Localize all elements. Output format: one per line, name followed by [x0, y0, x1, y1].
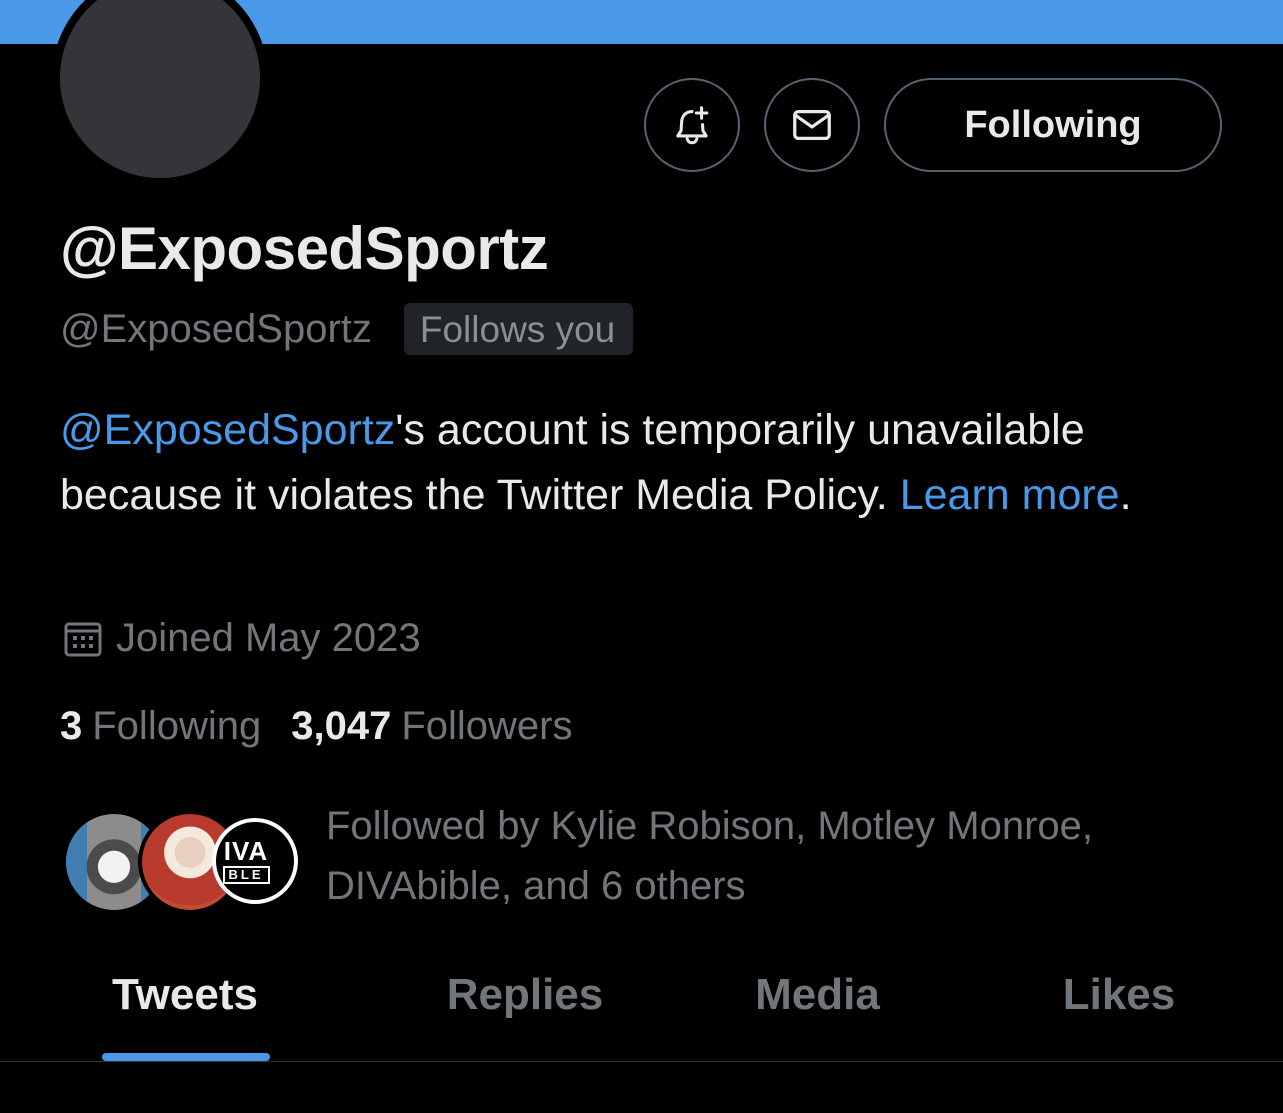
notifications-button[interactable]: [644, 78, 740, 172]
follow-stats: 3 Following 3,047 Followers: [60, 700, 572, 752]
handle-row: @ExposedSportz Follows you: [60, 302, 634, 356]
avatar-logo-text-2: BLE: [222, 866, 270, 884]
mutual-avatars: IVA BLE: [62, 804, 302, 914]
learn-more-link[interactable]: Learn more: [900, 471, 1120, 519]
following-label: Following: [92, 703, 262, 748]
tab-likes[interactable]: Likes: [955, 960, 1283, 1061]
tab-tweets[interactable]: Tweets: [0, 960, 370, 1061]
handle: @ExposedSportz: [60, 306, 372, 351]
bell-plus-icon: [676, 106, 709, 145]
profile-page: Following @ExposedSportz @ExposedSportz …: [0, 0, 1283, 1113]
followers-count: 3,047: [291, 703, 392, 748]
followers-you-know[interactable]: IVA BLE Followed by Kylie Robison, Motle…: [62, 796, 1242, 916]
avatar-placeholder: [60, 0, 260, 178]
tab-replies[interactable]: Replies: [370, 960, 680, 1061]
profile-bio: @ExposedSportz's account is temporarily …: [60, 398, 1240, 528]
message-button[interactable]: [764, 78, 860, 172]
followers-you-know-text: Followed by Kylie Robison, Motley Monroe…: [326, 804, 1094, 908]
profile-tabs: Tweets Replies Media Likes: [0, 960, 1283, 1062]
following-stat[interactable]: 3 Following: [60, 704, 261, 749]
follows-you-badge: Follows you: [403, 303, 634, 355]
joined-date: Joined May 2023: [116, 615, 421, 660]
mutual-avatar-3: IVA BLE: [212, 818, 298, 904]
followers-label: Followers: [401, 703, 573, 748]
tab-media[interactable]: Media: [680, 960, 955, 1061]
followers-stat[interactable]: 3,047 Followers: [291, 704, 572, 749]
active-tab-indicator: [102, 1053, 270, 1061]
profile-avatar[interactable]: [52, 0, 268, 186]
joined-date-row: Joined May 2023: [62, 612, 421, 664]
following-count: 3: [60, 703, 83, 748]
following-button[interactable]: Following: [884, 78, 1222, 172]
bio-trailing: .: [1119, 471, 1132, 519]
display-name: @ExposedSportz: [60, 215, 549, 282]
envelope-icon: [793, 109, 831, 141]
bio-mention-link[interactable]: @ExposedSportz: [60, 406, 395, 454]
calendar-icon: [64, 622, 102, 657]
avatar-logo-text-1: IVA: [223, 836, 269, 866]
